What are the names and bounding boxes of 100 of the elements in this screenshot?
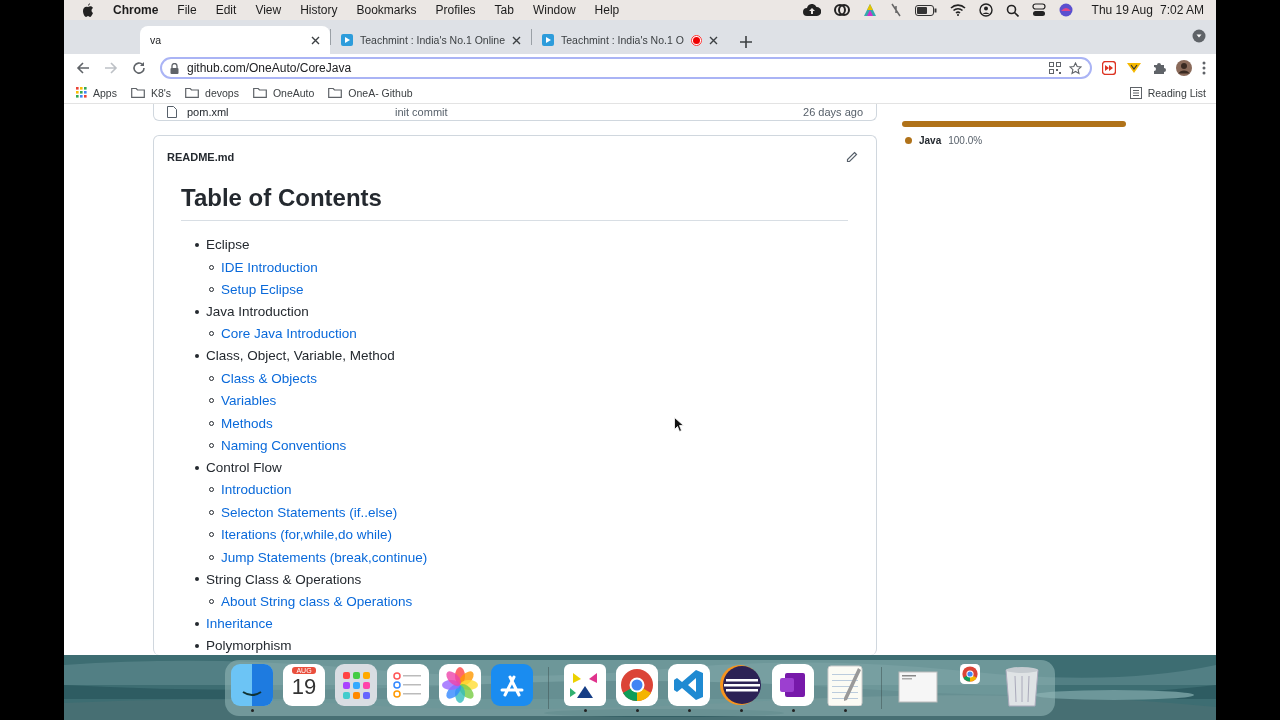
menu-item[interactable]: Edit (215, 3, 237, 17)
toc-heading: Java Introduction (206, 304, 309, 320)
chrome-icon[interactable] (960, 664, 980, 684)
bullet-icon (195, 354, 199, 358)
toc-link[interactable]: IDE Introduction (221, 259, 318, 275)
mouse-pointer-icon (674, 417, 684, 432)
toc-link[interactable]: Class & Objects (221, 370, 318, 386)
triangles-icon[interactable] (564, 664, 606, 706)
bookmark-item[interactable]: K8's (130, 86, 172, 99)
avatar-icon[interactable] (1176, 60, 1192, 76)
chrome-icon[interactable] (616, 664, 658, 706)
commit-message: init commit (395, 106, 449, 119)
face-split-icon[interactable] (231, 664, 273, 706)
folder-icon (185, 87, 200, 98)
bookmark-star-icon[interactable] (1069, 61, 1082, 75)
bookmark-item[interactable]: OneAuto (252, 86, 315, 99)
bookmark-item[interactable]: devops (185, 86, 239, 99)
checklist-icon[interactable] (387, 664, 429, 706)
close-icon[interactable] (311, 35, 320, 45)
menu-bar-time[interactable]: 7:02 AM (1159, 3, 1204, 17)
address-bar[interactable]: github.com/OneAuto/CoreJava (160, 57, 1092, 79)
toc-link[interactable]: Iterations (for,while,do while) (221, 527, 393, 543)
toc-heading: Class, Object, Variable, Method (206, 348, 395, 364)
puzzle-icon[interactable] (1152, 61, 1166, 75)
toc-link[interactable]: Selecton Statements (if..else) (221, 504, 398, 520)
orb-icon[interactable] (1058, 3, 1073, 17)
tab-favicon-icon (542, 34, 554, 46)
menu-item[interactable]: Window (532, 3, 576, 17)
calendar-day: 19 (291, 674, 317, 700)
toc-link[interactable]: About String class & Operations (221, 594, 413, 609)
toc-link[interactable]: Jump Statements (break,continue) (221, 549, 428, 565)
bullet-icon (195, 621, 199, 626)
cloud-upload-icon[interactable] (802, 4, 821, 16)
tab-favicon-icon (341, 34, 353, 46)
bullet-icon (195, 643, 199, 648)
reload-icon[interactable] (132, 61, 146, 75)
pencil-icon[interactable] (846, 151, 858, 164)
toc-link[interactable]: Core Java Introduction (221, 326, 357, 342)
menu-item[interactable]: Profiles (435, 3, 476, 17)
bookmark-item[interactable]: Apps (76, 86, 117, 99)
toggles-icon[interactable] (1031, 3, 1046, 17)
bullet-icon (195, 309, 199, 314)
menu-item[interactable]: Chrome (113, 3, 159, 17)
chevron-down-icon[interactable] (1126, 62, 1142, 74)
menu-item[interactable]: Tab (494, 3, 514, 17)
language-name: Java (919, 135, 942, 146)
menu-item[interactable]: History (300, 3, 338, 17)
browser-tab[interactable]: Teachmint : India's No.1 Online (331, 26, 531, 54)
browser-tab[interactable]: Teachmint : India's No.1 O (532, 26, 728, 54)
bullet-icon (195, 242, 199, 247)
toc-heading: String Class & Operations (206, 571, 362, 587)
flower-icon[interactable] (439, 664, 481, 706)
wifi-icon[interactable] (949, 4, 966, 16)
file-icon (167, 106, 177, 119)
mute-icon[interactable] (889, 3, 902, 17)
readme-filename: README.md (167, 151, 235, 164)
toc-link[interactable]: Naming Conventions (221, 438, 347, 454)
letter-a-sticks-icon[interactable] (491, 664, 533, 706)
notebook-icon[interactable] (772, 664, 814, 706)
menu-item[interactable]: File (177, 3, 197, 17)
menu-item[interactable]: Help (594, 3, 620, 17)
app-grid-icon[interactable] (335, 664, 377, 706)
toc-heading: Polymorphism (206, 638, 292, 653)
back-icon[interactable] (76, 61, 90, 75)
search-icon[interactable] (1005, 3, 1019, 17)
close-icon[interactable] (708, 35, 718, 45)
menu-item[interactable]: View (255, 3, 282, 17)
battery-icon[interactable] (914, 4, 937, 16)
menu-item[interactable]: Bookmarks (356, 3, 417, 17)
qr-code-icon[interactable] (1049, 62, 1061, 74)
tab-search-icon[interactable] (1192, 29, 1206, 43)
user-icon[interactable] (978, 3, 993, 17)
apple-icon[interactable] (82, 3, 94, 17)
ribbon-icon[interactable] (668, 664, 710, 706)
toc-link[interactable]: Methods (221, 415, 273, 431)
striped-circle-icon[interactable] (720, 664, 762, 706)
toc-link[interactable]: Setup Eclipse (221, 282, 304, 298)
language-percent: 100.0% (948, 135, 983, 146)
close-icon[interactable] (512, 35, 521, 45)
bullet-icon (195, 577, 199, 582)
notepad-pen-icon[interactable] (824, 664, 866, 706)
toc-heading: Eclipse (206, 237, 250, 253)
lock-icon (170, 62, 179, 74)
file-link[interactable]: pom.xml (187, 106, 385, 119)
menu-bar-date[interactable]: Thu 19 Aug (1091, 3, 1153, 17)
toc-link[interactable]: Introduction (221, 482, 292, 498)
toc-link[interactable]: Variables (221, 393, 277, 409)
more-icon[interactable] (1202, 61, 1206, 75)
rings-icon[interactable] (833, 3, 850, 17)
bullet-icon (195, 465, 199, 470)
list-icon (1129, 86, 1142, 99)
fast-forward-icon[interactable] (1102, 61, 1116, 75)
bookmark-item[interactable]: OneA- Github (328, 86, 413, 99)
new-tab-icon[interactable] (739, 36, 752, 48)
toc-link[interactable]: Inheritance (206, 616, 273, 631)
readme-heading: Table of Contents (181, 184, 848, 222)
commit-age: 26 days ago (803, 106, 863, 119)
reading-list-button[interactable]: Reading List (1129, 86, 1206, 99)
triangle-icon[interactable] (862, 3, 877, 17)
browser-tab[interactable]: va (140, 26, 330, 54)
